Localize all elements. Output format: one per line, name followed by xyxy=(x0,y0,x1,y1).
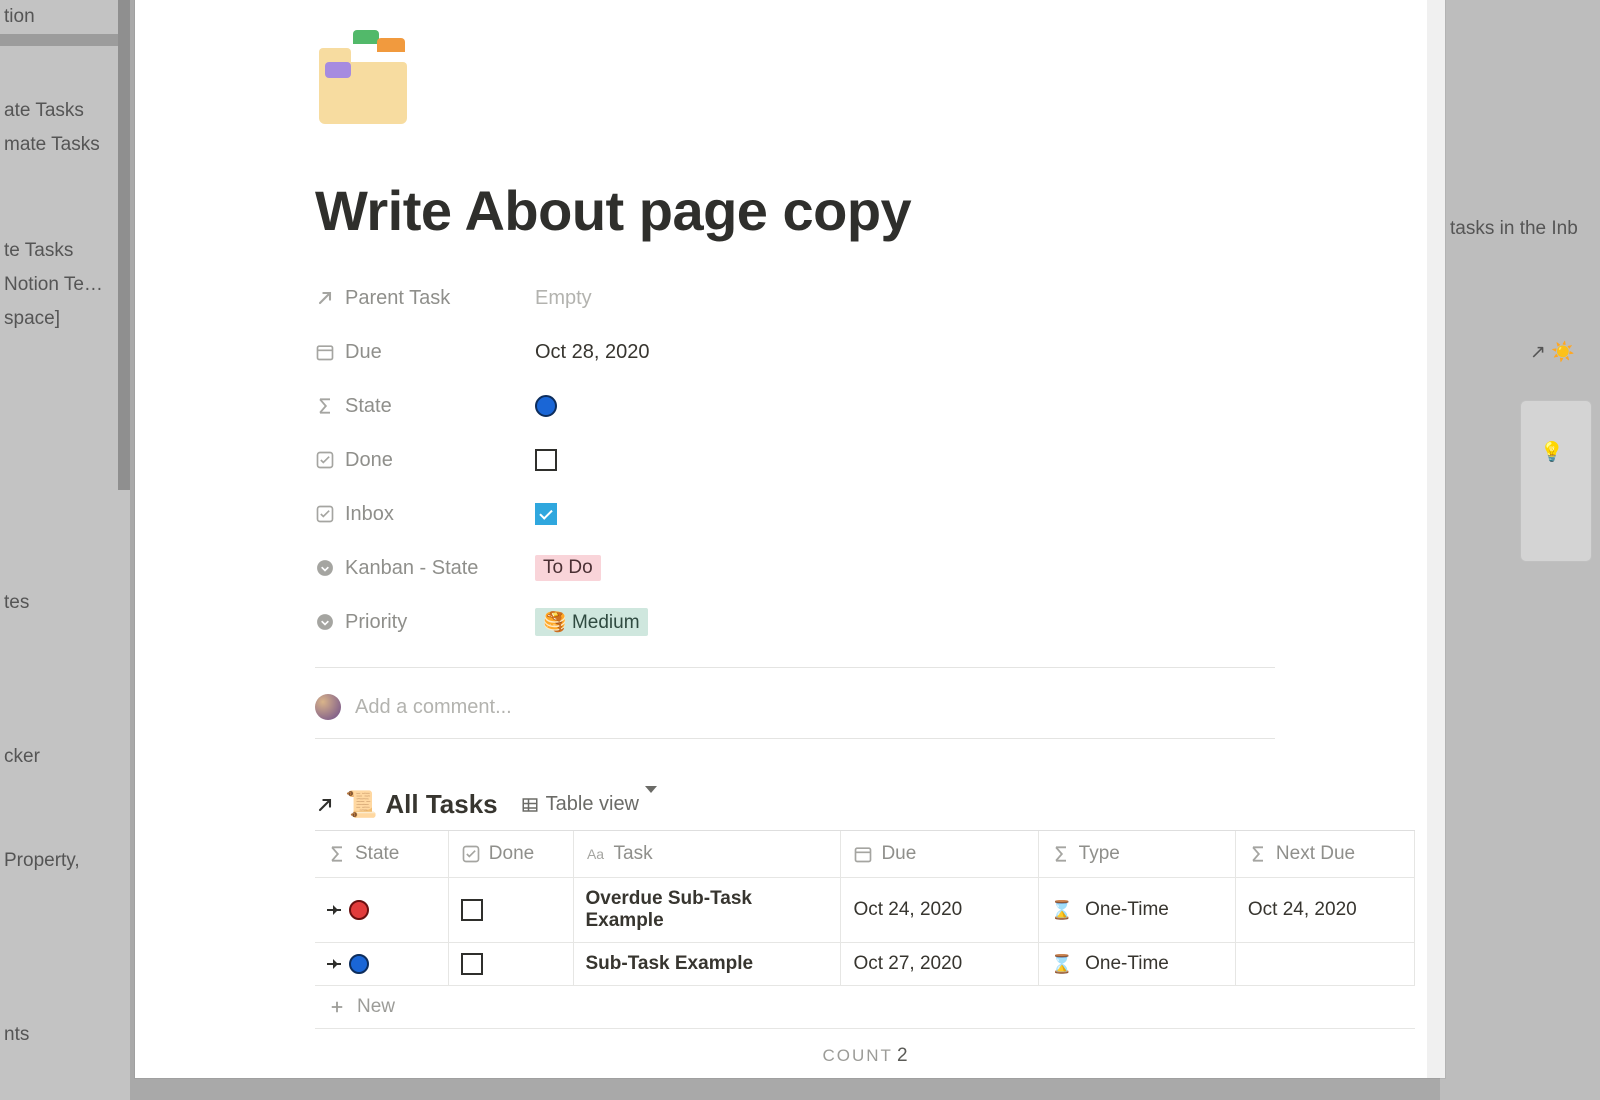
plus-icon xyxy=(327,997,347,1017)
page-title[interactable]: Write About page copy xyxy=(315,178,1275,243)
col-next-due[interactable]: Next Due xyxy=(1236,831,1415,877)
bg-right-text: tasks in the Inb xyxy=(1450,218,1578,240)
property-priority[interactable]: Priority 🥞 Medium xyxy=(315,595,1275,649)
property-label: Due xyxy=(345,341,382,364)
table-icon xyxy=(520,795,540,815)
col-state[interactable]: State xyxy=(315,831,449,877)
checkbox-icon xyxy=(461,844,481,864)
hourglass-icon: ⌛ xyxy=(1051,954,1073,975)
checkbox-unchecked[interactable] xyxy=(461,899,483,921)
property-label: Parent Task xyxy=(345,287,450,310)
col-task[interactable]: Aa Task xyxy=(574,831,842,877)
scroll-emoji-icon: 📜 xyxy=(345,789,377,820)
col-done[interactable]: Done xyxy=(449,831,574,877)
hourglass-icon: ⌛ xyxy=(1051,900,1073,921)
checkbox-unchecked[interactable] xyxy=(461,953,483,975)
table-count: COUNT2 xyxy=(315,1029,1415,1067)
comment-placeholder: Add a comment... xyxy=(355,696,512,719)
cell-type: One-Time xyxy=(1085,899,1169,921)
state-dot-icon xyxy=(535,395,557,417)
bg-sidebar-item: space] xyxy=(0,302,130,336)
page-icon[interactable] xyxy=(315,28,415,128)
page-scrollbar[interactable] xyxy=(1427,0,1445,1078)
col-type[interactable]: Type xyxy=(1039,831,1236,877)
text-icon: Aa xyxy=(586,844,606,864)
priority-emoji-icon: 🥞 xyxy=(543,612,567,633)
folder-tab-green-icon xyxy=(353,30,379,44)
linked-db-table: State Done Aa Task Due Type xyxy=(315,830,1415,1029)
bg-sidebar-item: te Tasks xyxy=(0,234,130,268)
divider xyxy=(315,667,1275,668)
property-label: Kanban - State xyxy=(345,557,478,580)
arrow-right-icon xyxy=(327,909,341,911)
state-dot-icon xyxy=(349,954,369,974)
property-parent-task[interactable]: Parent Task Empty xyxy=(315,271,1275,325)
property-value-empty: Empty xyxy=(535,287,592,310)
background-right: tasks in the Inb ↗ ☀️ 💡 xyxy=(1440,0,1600,1100)
page-modal: Write About page copy Parent Task Empty … xyxy=(135,0,1445,1078)
property-label: Inbox xyxy=(345,503,394,526)
bg-sidebar-item: cker xyxy=(0,740,130,774)
property-state[interactable]: State xyxy=(315,379,1275,433)
view-switcher[interactable]: Table view xyxy=(520,793,657,816)
chevron-down-icon xyxy=(645,793,657,816)
property-label: State xyxy=(345,395,392,418)
priority-tag: 🥞 Medium xyxy=(535,608,648,636)
sigma-icon xyxy=(1051,844,1071,864)
cell-due: Oct 24, 2020 xyxy=(853,899,962,921)
checkbox-icon xyxy=(315,450,335,470)
property-label: Done xyxy=(345,449,393,472)
bg-sidebar-item xyxy=(0,34,130,46)
bg-sidebar-item: nts xyxy=(0,1018,130,1052)
bg-sidebar-item: mate Tasks xyxy=(0,128,130,162)
arrow-right-icon xyxy=(327,963,341,965)
bg-sidebar-item: Property, xyxy=(0,844,130,878)
checkbox-checked[interactable] xyxy=(535,503,557,525)
bg-sidebar-item: ate Tasks xyxy=(0,94,130,128)
calendar-icon xyxy=(315,342,335,362)
table-row[interactable]: Sub-Task Example Oct 27, 2020 ⌛ One-Time xyxy=(315,943,1415,986)
cell-next-due: Oct 24, 2020 xyxy=(1248,899,1357,921)
calendar-icon xyxy=(853,844,873,864)
new-row-button[interactable]: New xyxy=(315,986,1415,1029)
bg-sidebar-item: tion xyxy=(0,0,130,34)
task-name: Overdue Sub-Task Example xyxy=(586,888,829,932)
select-icon xyxy=(315,558,335,578)
folder-tab-orange-icon xyxy=(377,38,405,52)
property-value: Oct 28, 2020 xyxy=(535,341,650,364)
linked-db-title[interactable]: 📜 All Tasks xyxy=(345,789,498,820)
sigma-icon xyxy=(1248,844,1268,864)
property-label: Priority xyxy=(345,611,407,634)
page-properties: Parent Task Empty Due Oct 28, 2020 xyxy=(315,271,1275,649)
property-done[interactable]: Done xyxy=(315,433,1275,487)
folder-tab-purple-icon xyxy=(325,62,351,78)
kanban-tag: To Do xyxy=(535,555,601,581)
bg-sidebar-item: tes xyxy=(0,586,130,620)
property-inbox[interactable]: Inbox xyxy=(315,487,1275,541)
table-header-row: State Done Aa Task Due Type xyxy=(315,831,1415,878)
sigma-icon xyxy=(315,396,335,416)
checkbox-unchecked[interactable] xyxy=(535,449,557,471)
task-name: Sub-Task Example xyxy=(586,953,754,975)
background-sidebar: tion ate Tasks mate Tasks te Tasks Notio… xyxy=(0,0,130,1100)
arrow-up-right-icon xyxy=(315,288,335,308)
state-dot-icon xyxy=(349,900,369,920)
background-sidebar-scrollbar xyxy=(118,0,130,490)
avatar xyxy=(315,694,341,720)
cell-due: Oct 27, 2020 xyxy=(853,953,962,975)
bg-sidebar-item: Notion Te… xyxy=(0,268,130,302)
cell-type: One-Time xyxy=(1085,953,1169,975)
arrow-up-right-icon xyxy=(315,795,335,815)
checkbox-icon xyxy=(315,504,335,524)
select-icon xyxy=(315,612,335,632)
comment-input-row[interactable]: Add a comment... xyxy=(315,686,1275,739)
col-due[interactable]: Due xyxy=(841,831,1038,877)
property-kanban-state[interactable]: Kanban - State To Do xyxy=(315,541,1275,595)
table-row[interactable]: Overdue Sub-Task Example Oct 24, 2020 ⌛ O… xyxy=(315,878,1415,943)
sigma-icon xyxy=(327,844,347,864)
property-due[interactable]: Due Oct 28, 2020 xyxy=(315,325,1275,379)
